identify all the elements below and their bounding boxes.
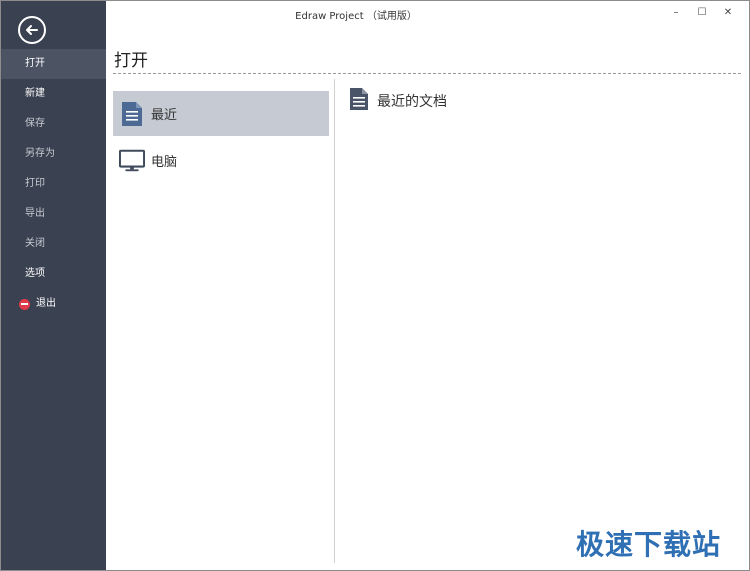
sidebar-item-label: 新建	[25, 88, 45, 99]
exit-icon	[19, 298, 30, 310]
sidebar-item-options[interactable]: 选项	[1, 259, 106, 289]
location-label: 最近	[151, 108, 178, 123]
sidebar-item-save[interactable]: 保存	[1, 109, 106, 139]
sidebar-item-label: 保存	[25, 118, 45, 129]
sidebar-item-label: 选项	[25, 268, 45, 279]
location-recent[interactable]: 最近	[113, 91, 329, 136]
sidebar-item-print[interactable]: 打印	[1, 169, 106, 199]
sidebar-item-label: 打开	[25, 58, 45, 69]
sidebar-item-label: 退出	[36, 298, 56, 309]
location-label: 电脑	[151, 155, 178, 170]
sidebar-item-close[interactable]: 关闭	[1, 229, 106, 259]
panel-separator	[334, 79, 335, 563]
window-controls: – ☐ ✕	[663, 4, 741, 20]
document-icon	[349, 87, 369, 115]
sidebar-menu: 打开 新建 保存 另存为 打印 导出 关闭 选项 退出	[1, 49, 106, 319]
open-location-list: 最近 电脑	[113, 91, 329, 185]
sidebar-item-label: 导出	[25, 208, 45, 219]
sidebar: 打开 新建 保存 另存为 打印 导出 关闭 选项 退出	[1, 1, 106, 570]
sidebar-item-export[interactable]: 导出	[1, 199, 106, 229]
recent-documents-title: 最近的文档	[377, 94, 447, 110]
monitor-icon	[119, 148, 145, 174]
sidebar-item-save-as[interactable]: 另存为	[1, 139, 106, 169]
app-window: 打开 新建 保存 另存为 打印 导出 关闭 选项 退出 Edraw Projec…	[0, 0, 750, 571]
watermark: 极速下载站	[576, 528, 722, 561]
sidebar-item-label: 打印	[25, 178, 45, 189]
window-title: Edraw Project （试用版）	[295, 11, 417, 22]
divider	[113, 73, 741, 74]
page-title: 打开	[114, 51, 148, 71]
back-button[interactable]	[18, 16, 46, 44]
document-icon	[119, 101, 145, 127]
sidebar-item-open[interactable]: 打开	[1, 49, 106, 79]
sidebar-item-exit[interactable]: 退出	[1, 289, 106, 319]
arrow-left-icon	[26, 25, 38, 35]
recent-documents-header: 最近的文档	[349, 87, 447, 115]
location-computer[interactable]: 电脑	[113, 138, 329, 183]
maximize-button[interactable]: ☐	[689, 4, 715, 20]
close-button[interactable]: ✕	[715, 4, 741, 20]
minimize-button[interactable]: –	[663, 4, 689, 20]
sidebar-item-new[interactable]: 新建	[1, 79, 106, 109]
sidebar-item-label: 另存为	[25, 148, 55, 159]
sidebar-item-label: 关闭	[25, 238, 45, 249]
